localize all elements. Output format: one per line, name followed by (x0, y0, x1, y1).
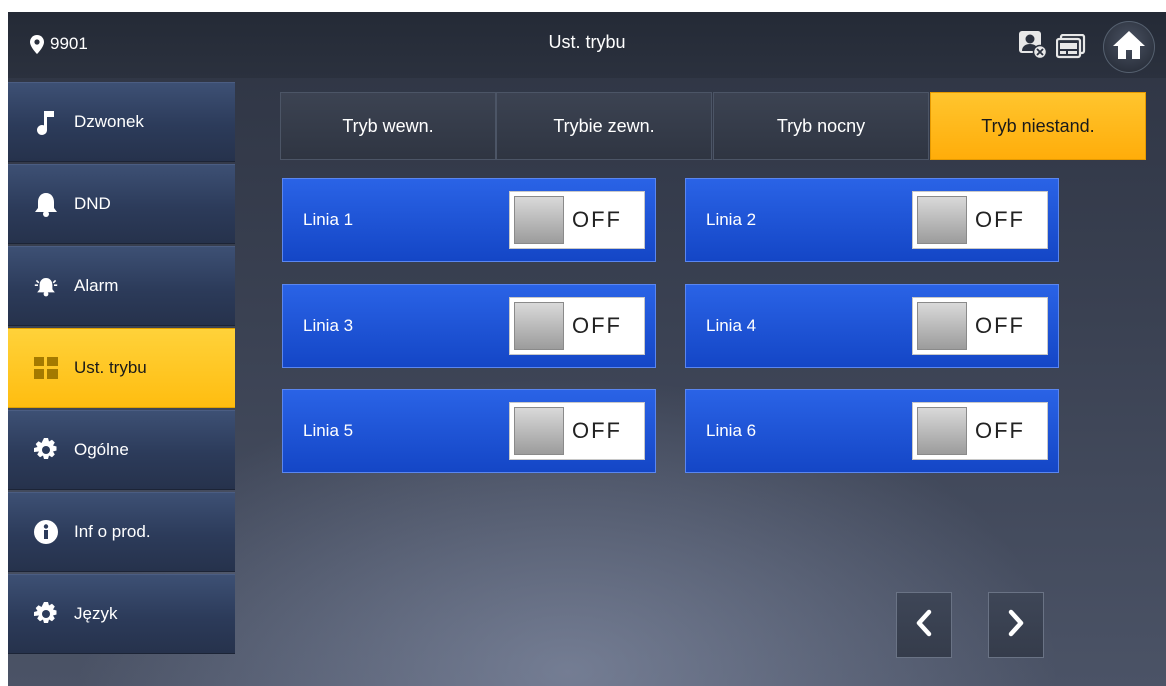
line-label: Linia 4 (706, 316, 757, 335)
sidebar-item-dnd[interactable]: DND (8, 164, 235, 244)
tab-custom-mode[interactable]: Tryb niestand. (930, 92, 1146, 160)
monitor-icon[interactable] (1055, 33, 1086, 65)
chevron-right-icon (1007, 609, 1025, 642)
line-5-toggle[interactable]: OFF (509, 402, 645, 460)
chevron-left-icon (915, 609, 933, 642)
line-card-6: Linia 6 OFF (685, 389, 1059, 473)
toggle-knob (514, 302, 564, 350)
line-1-toggle[interactable]: OFF (509, 191, 645, 249)
line-card-4: Linia 4 OFF (685, 284, 1059, 368)
line-card-2: Linia 2 OFF (685, 178, 1059, 262)
home-icon (1112, 29, 1146, 66)
toggle-state: OFF (975, 207, 1025, 232)
alarm-icon (34, 274, 58, 298)
toggle-state: OFF (572, 418, 622, 443)
sidebar-item-label: Inf o prod. (74, 522, 151, 541)
sidebar-item-product-info[interactable]: Inf o prod. (8, 492, 235, 572)
toggle-state: OFF (975, 418, 1025, 443)
toggle-knob (917, 196, 967, 244)
sidebar-item-language[interactable]: Język (8, 574, 235, 654)
line-label: Linia 3 (303, 316, 354, 335)
tab-internal-mode[interactable]: Tryb wewn. (280, 92, 496, 160)
prev-page-button[interactable] (896, 592, 952, 658)
toggle-knob (917, 302, 967, 350)
sidebar-item-label: Ogólne (74, 440, 129, 459)
toggle-state: OFF (572, 207, 622, 232)
sidebar-item-dzwonek[interactable]: Dzwonek (8, 82, 235, 162)
sidebar-item-label: Alarm (74, 276, 119, 295)
toggle-knob (514, 407, 564, 455)
line-label: Linia 2 (706, 210, 757, 229)
page-title: Ust. trybu (548, 32, 626, 52)
mode-tabs: Tryb wewn. Trybie zewn. Tryb nocny Tryb … (280, 92, 1146, 160)
screen: 9901 Ust. trybu Dzwonek DND Alarm Ust. t… (8, 12, 1166, 686)
sidebar-item-label: Język (74, 604, 118, 623)
toggle-knob (514, 196, 564, 244)
top-bar: 9901 Ust. trybu (8, 12, 1166, 78)
line-3-toggle[interactable]: OFF (509, 297, 645, 355)
gear-icon (34, 602, 58, 626)
next-page-button[interactable] (988, 592, 1044, 658)
line-card-5: Linia 5 OFF (282, 389, 656, 473)
toggle-knob (917, 407, 967, 455)
line-label: Linia 6 (706, 421, 757, 440)
toggle-state: OFF (572, 313, 622, 338)
sidebar-item-label: Ust. trybu (74, 358, 147, 377)
line-card-3: Linia 3 OFF (282, 284, 656, 368)
tab-external-mode[interactable]: Trybie zewn. (496, 92, 712, 160)
line-6-toggle[interactable]: OFF (912, 402, 1048, 460)
info-icon (34, 520, 58, 544)
line-label: Linia 1 (303, 210, 354, 229)
line-2-toggle[interactable]: OFF (912, 191, 1048, 249)
sidebar-item-general[interactable]: Ogólne (8, 410, 235, 490)
sidebar-item-label: Dzwonek (74, 112, 144, 131)
sidebar-item-label: DND (74, 194, 111, 213)
toggle-state: OFF (975, 313, 1025, 338)
bell-icon (34, 192, 58, 217)
mode-grid-icon (34, 356, 58, 380)
sidebar-item-alarm[interactable]: Alarm (8, 246, 235, 326)
home-button[interactable] (1103, 21, 1155, 73)
sidebar-item-mode-settings[interactable]: Ust. trybu (8, 328, 235, 408)
line-card-1: Linia 1 OFF (282, 178, 656, 262)
contact-status-icon[interactable] (1018, 30, 1048, 65)
line-4-toggle[interactable]: OFF (912, 297, 1048, 355)
music-note-icon (34, 110, 58, 135)
tab-night-mode[interactable]: Tryb nocny (713, 92, 929, 160)
gear-icon (34, 438, 58, 462)
line-label: Linia 5 (303, 421, 354, 440)
